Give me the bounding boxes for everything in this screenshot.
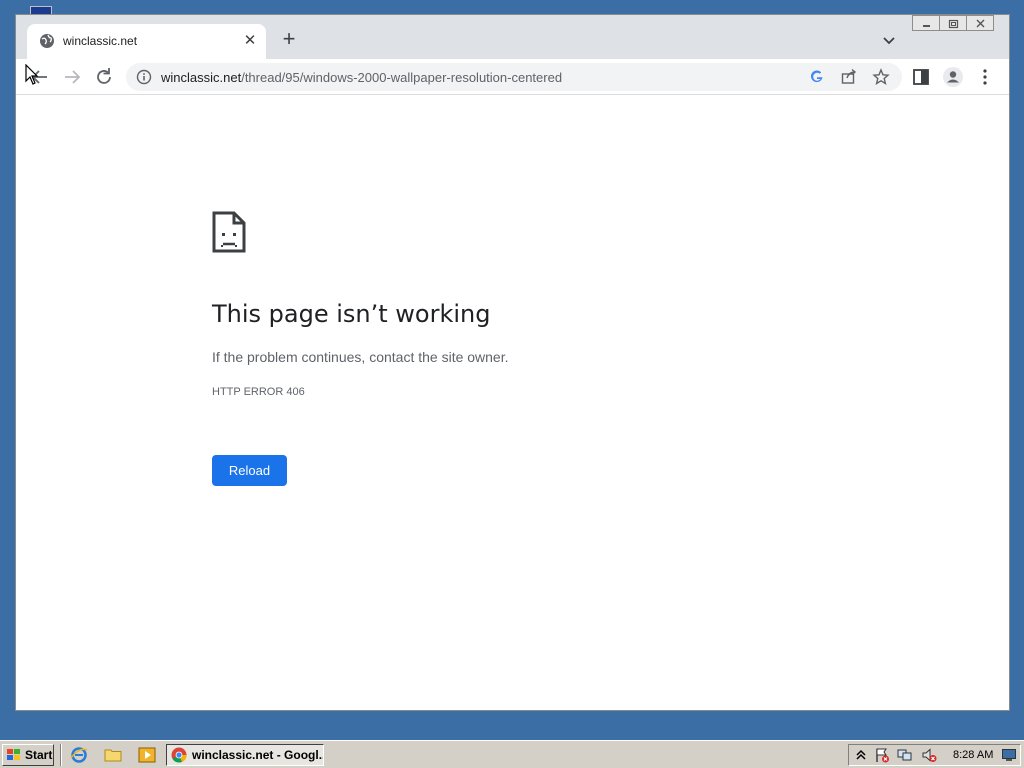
reload-button[interactable]: Reload: [212, 455, 287, 486]
network-icon[interactable]: [897, 747, 913, 763]
reload-icon[interactable]: [92, 65, 116, 89]
side-panel-icon[interactable]: [909, 65, 933, 89]
tab-strip: winclassic.net ✕ +: [16, 15, 1009, 59]
page-content: This page isn’t working If the problem c…: [16, 95, 1009, 710]
taskbar-button-label: winclassic.net - Googl...: [192, 748, 324, 762]
taskbar: Start winclassic.net - Googl... 8:28 AM: [0, 740, 1024, 768]
show-hidden-icons-chevron-icon[interactable]: [853, 747, 869, 763]
show-desktop-icon[interactable]: [1001, 747, 1017, 763]
mouse-cursor-icon: [25, 64, 39, 85]
clock[interactable]: 8:28 AM: [953, 749, 993, 761]
close-icon: [976, 19, 985, 28]
minimize-button[interactable]: [912, 15, 940, 31]
url-text[interactable]: winclassic.net/thread/95/windows-2000-wa…: [161, 70, 562, 85]
start-label: Start: [25, 748, 53, 762]
quick-launch-separator: [60, 744, 62, 766]
media-player-icon[interactable]: [138, 746, 156, 764]
error-title: This page isn’t working: [212, 300, 491, 328]
close-window-button[interactable]: [966, 15, 994, 31]
forward-arrow-icon[interactable]: [60, 65, 84, 89]
tab-winclassic[interactable]: winclassic.net ✕: [27, 24, 266, 59]
new-tab-plus-icon[interactable]: +: [278, 28, 300, 51]
profile-avatar-icon[interactable]: [941, 65, 965, 89]
explorer-folder-icon[interactable]: [104, 746, 122, 764]
site-info-icon[interactable]: [136, 69, 152, 85]
windows-logo-icon: [7, 749, 20, 760]
browser-window: winclassic.net ✕ + winclassic.net/thread…: [15, 14, 1010, 711]
minimize-icon: [923, 25, 930, 27]
url-path: /thread/95/windows-2000-wallpaper-resolu…: [241, 70, 563, 85]
internet-explorer-icon[interactable]: [70, 746, 88, 764]
browser-toolbar: winclassic.net/thread/95/windows-2000-wa…: [16, 59, 1009, 95]
tab-title: winclassic.net: [63, 34, 138, 48]
action-center-flag-icon[interactable]: [874, 747, 890, 763]
volume-muted-icon[interactable]: [921, 747, 937, 763]
start-button[interactable]: Start: [2, 744, 54, 766]
system-tray: 8:28 AM: [848, 744, 1021, 766]
more-options-icon[interactable]: [973, 65, 997, 89]
sad-page-icon: [212, 211, 246, 253]
error-message: If the problem continues, contact the si…: [212, 349, 509, 365]
chevron-down-icon[interactable]: [880, 31, 898, 49]
address-bar[interactable]: winclassic.net/thread/95/windows-2000-wa…: [126, 63, 902, 91]
bookmark-star-icon[interactable]: [872, 68, 890, 86]
share-icon[interactable]: [840, 68, 858, 86]
url-host: winclassic.net: [161, 70, 242, 85]
globe-icon: [40, 34, 54, 48]
window-controls: [912, 15, 994, 33]
restore-button[interactable]: [939, 15, 967, 31]
close-tab-icon[interactable]: ✕: [240, 31, 260, 51]
restore-icon: [948, 19, 959, 29]
google-lens-icon[interactable]: [808, 68, 826, 86]
taskbar-button-chrome[interactable]: winclassic.net - Googl...: [166, 744, 324, 766]
chrome-icon: [171, 747, 187, 763]
error-code: HTTP ERROR 406: [212, 386, 305, 398]
